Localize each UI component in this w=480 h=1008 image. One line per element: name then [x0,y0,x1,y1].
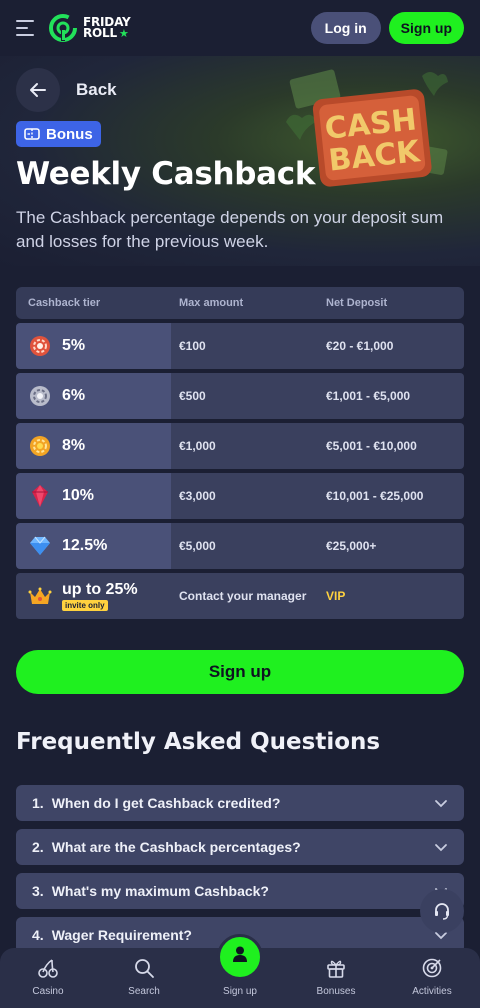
table-row: 6% €500 €1,001 - €5,000 [16,373,464,419]
faq-question: What are the Cashback percentages? [51,839,301,855]
chevron-down-icon [435,800,447,808]
faq-item[interactable]: 1. When do I get Cashback credited? [16,785,464,821]
logo-text-line2: ROLL [83,26,117,40]
faq-question: Wager Requirement? [51,927,192,943]
max-amount: €1,000 [171,423,318,469]
support-button[interactable] [420,889,464,933]
nav-search[interactable]: Search [96,948,192,1008]
max-amount: €5,000 [171,523,318,569]
table-row: 10% €3,000 €10,001 - €25,000 [16,473,464,519]
crown-icon [28,587,52,604]
net-deposit: €1,001 - €5,000 [318,373,464,419]
page-description: The Cashback percentage depends on your … [16,208,444,251]
diamond-icon [30,536,50,555]
bonus-badge-label: Bonus [46,125,93,143]
faq-number: 2. [32,839,44,855]
table-row: 5% €100 €20 - €1,000 [16,323,464,369]
nav-bonuses[interactable]: Bonuses [288,948,384,1008]
tier-value: 8% [62,437,86,454]
nav-label: Activities [412,986,452,997]
faq-number: 4. [32,927,44,943]
signup-circle[interactable] [217,934,263,980]
net-deposit: €5,001 - €10,000 [318,423,464,469]
faq-number: 1. [32,795,44,811]
arrow-left-icon [30,83,46,97]
headset-icon [435,903,449,920]
faq-item[interactable]: 2. What are the Cashback percentages? [16,829,464,865]
gift-icon [327,960,345,978]
net-deposit: €20 - €1,000 [318,323,464,369]
net-deposit: €10,001 - €25,000 [318,473,464,519]
header-cashback-tier: Cashback tier [28,297,101,309]
ticket-icon [24,128,40,140]
nav-casino[interactable]: Casino [0,948,96,1008]
back-button[interactable] [16,68,60,112]
tier-value: 10% [62,487,95,504]
bonus-badge: Bonus [16,121,101,147]
tier-value: 12.5% [62,537,108,554]
net-deposit: VIP [318,573,464,619]
signup-button-top[interactable]: Sign up [388,12,464,44]
user-icon [233,946,247,962]
ruby-icon [32,485,48,507]
cherries-icon [38,959,58,978]
invite-only-badge: invite only [62,600,108,611]
table-header: Cashback tier Max amount Net Deposit [16,287,464,319]
chevron-down-icon [435,844,447,852]
signup-button-main[interactable]: Sign up [16,650,464,694]
nav-label: Bonuses [316,986,356,997]
net-deposit: €25,000+ [318,523,464,569]
table-row: 12.5% €5,000 €25,000+ [16,523,464,569]
table-row-vip: up to 25% invite only Contact your manag… [16,573,464,619]
menu-icon[interactable] [16,20,38,36]
tier-value: 5% [62,337,86,354]
max-amount: €100 [171,323,318,369]
header-net-deposit: Net Deposit [326,297,388,309]
nav-signup[interactable]: Sign up [192,934,288,1008]
logo[interactable]: FRIDAY ROLL ★ [48,13,131,43]
faq-question: What's my maximum Cashback? [51,883,269,899]
silver-chip-icon [30,386,50,406]
faq-title: Frequently Asked Questions [16,729,381,755]
max-amount: €500 [171,373,318,419]
faq-number: 3. [32,883,44,899]
bottom-nav: Casino Search Sign up Bonuses Activities [0,934,480,1008]
hero-banner: CASH BACK Back Bonus Weekly Cashback The… [0,56,480,266]
table-row: 8% €1,000 €5,001 - €10,000 [16,423,464,469]
login-button[interactable]: Log in [310,12,381,44]
page-title: Weekly Cashback [16,156,316,192]
search-icon [135,959,154,978]
header-max-amount: Max amount [179,297,244,309]
cashback-table: Cashback tier Max amount Net Deposit 5% … [16,287,464,619]
tier-value: up to 25% [62,581,138,598]
nav-activities[interactable]: Activities [384,948,480,1008]
max-amount: Contact your manager [171,573,318,619]
back-label[interactable]: Back [76,80,117,100]
top-bar: FRIDAY ROLL ★ Log in Sign up [0,0,480,56]
faq-question: When do I get Cashback credited? [51,795,281,811]
tier-value: 6% [62,387,86,404]
gold-chip-icon [30,436,50,456]
logo-mark-icon [49,14,77,42]
max-amount: €3,000 [171,473,318,519]
nav-label: Search [128,986,160,997]
nav-label: Casino [32,986,64,997]
nav-label: Sign up [223,986,257,997]
faq-item[interactable]: 3. What's my maximum Cashback? [16,873,464,909]
target-icon [422,958,442,978]
star-icon: ★ [118,27,129,40]
bronze-chip-icon [30,336,50,356]
